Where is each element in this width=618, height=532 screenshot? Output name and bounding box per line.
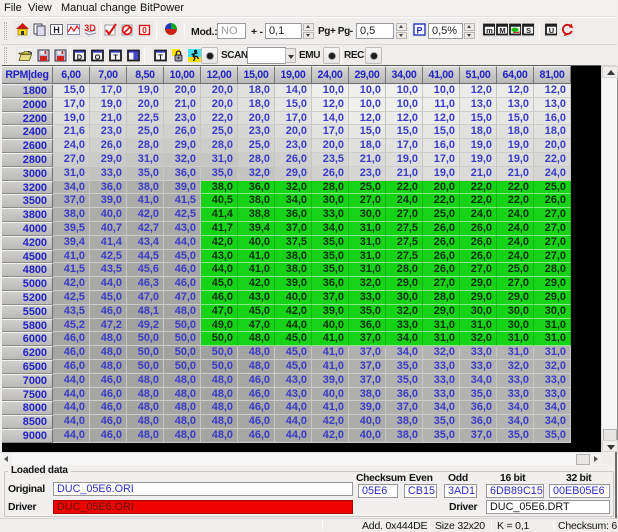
svg-text:O: O [95,52,101,61]
svg-text:M: M [499,26,505,35]
svg-text:T: T [158,52,163,61]
svg-text:T: T [113,52,118,61]
svg-text:3D: 3D [84,23,96,33]
svg-text:U: U [549,26,554,35]
svg-text:D: D [77,52,83,61]
svg-text:S: S [526,26,531,35]
svg-text:m: m [486,26,493,35]
svg-text:0: 0 [142,25,147,35]
svg-text:P: P [416,25,422,35]
svg-text:H: H [53,25,60,35]
